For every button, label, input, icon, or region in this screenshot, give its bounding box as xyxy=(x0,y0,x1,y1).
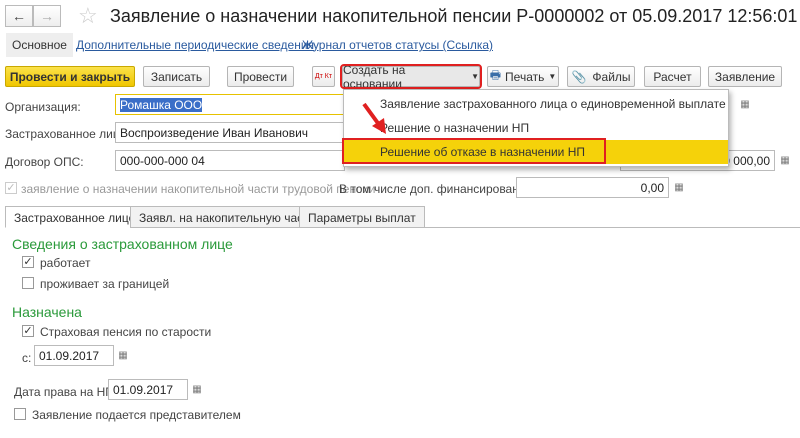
chevron-down-icon: ▼ xyxy=(548,72,557,81)
calculator-icon[interactable]: ▦ xyxy=(672,177,686,198)
highlight-frame xyxy=(342,138,606,164)
works-label: работает xyxy=(40,256,91,270)
tab-payment-params[interactable]: Параметры выплат xyxy=(299,206,425,228)
org-label: Организация: xyxy=(5,100,81,114)
abroad-label: проживает за границей xyxy=(40,277,170,291)
favorite-star-icon[interactable]: ☆ xyxy=(78,3,98,29)
contract-field[interactable]: 000-000-000 04 xyxy=(115,150,345,171)
post-and-close-button[interactable]: Провести и закрыть xyxy=(5,66,135,87)
org-value: Ромашка ООО xyxy=(120,98,203,112)
print-button[interactable]: 🖶 Печать ▼ xyxy=(487,66,559,87)
statement-button[interactable]: Заявление xyxy=(708,66,782,87)
print-label: Печать xyxy=(505,69,545,84)
pension-checkbox[interactable]: ✓ xyxy=(22,325,34,337)
extra-label: В том числе доп. финансирование: xyxy=(339,182,536,196)
nav-tab-periodic[interactable]: Дополнительные периодические сведения xyxy=(76,38,314,52)
section-assigned: Назначена xyxy=(12,304,82,320)
from-label: с: xyxy=(22,351,32,365)
save-button[interactable]: Записать xyxy=(143,66,210,87)
calendar-icon[interactable]: ▦ xyxy=(116,345,130,366)
back-button[interactable]: ← xyxy=(5,5,33,27)
tab-accumulative-part[interactable]: Заявл. на накопительную часть xyxy=(130,206,324,228)
person-field[interactable]: Воспроизведение Иван Иванович xyxy=(115,122,345,143)
forward-button[interactable]: → xyxy=(33,5,61,27)
dt-kt-button[interactable]: Дт Кт xyxy=(312,66,335,87)
calendar-icon[interactable]: ▦ xyxy=(738,94,752,115)
chevron-down-icon: ▼ xyxy=(471,72,479,81)
app-checkbox-label: заявление о назначении накопительной час… xyxy=(21,182,376,196)
pension-label: Страховая пенсия по старости xyxy=(40,325,212,339)
abroad-checkbox[interactable] xyxy=(22,277,34,289)
create-based-label: Создать на основании xyxy=(343,62,406,91)
calc-button[interactable]: Расчет xyxy=(644,66,701,87)
nav-tab-journal[interactable]: Журнал отчетов статусы (Ссылка) xyxy=(302,38,493,52)
person-label: Застрахованное лицо: xyxy=(5,127,130,141)
from-date-field[interactable]: 01.09.2017 xyxy=(34,345,114,366)
files-label: Файлы xyxy=(592,69,631,84)
contract-label: Договор ОПС: xyxy=(5,155,84,169)
nav-tab-main[interactable]: Основное xyxy=(6,33,73,57)
calendar-icon[interactable]: ▦ xyxy=(190,379,204,400)
representative-checkbox[interactable] xyxy=(14,408,26,420)
right-date-label: Дата права на НП: xyxy=(14,385,118,399)
representative-label: Заявление подается представителем xyxy=(32,408,241,422)
extra-field[interactable]: 0,00 xyxy=(516,177,669,198)
works-checkbox[interactable]: ✓ xyxy=(22,256,34,268)
section-insured-info: Сведения о застрахованном лице xyxy=(12,236,233,252)
files-button[interactable]: 📎 Файлы xyxy=(567,66,635,87)
calculator-icon[interactable]: ▦ xyxy=(778,150,792,171)
org-field[interactable]: Ромашка ООО xyxy=(115,94,345,115)
red-arrow-icon xyxy=(362,102,386,134)
paperclip-icon: 📎 xyxy=(571,69,587,84)
right-date-field[interactable]: 01.09.2017 xyxy=(108,379,188,400)
window-title: Заявление о назначении накопительной пен… xyxy=(110,6,798,26)
create-based-on-button[interactable]: Создать на основании ▼ xyxy=(340,63,482,91)
menu-item[interactable]: Решение о назначении НП xyxy=(344,116,728,140)
post-button[interactable]: Провести xyxy=(227,66,294,87)
menu-item[interactable]: Заявление застрахованного лица о единовр… xyxy=(344,92,728,116)
printer-icon: 🖶 xyxy=(489,68,502,82)
tab-insured-person[interactable]: Застрахованное лицо xyxy=(5,206,145,228)
app-checkbox[interactable]: ✓ xyxy=(5,182,17,194)
